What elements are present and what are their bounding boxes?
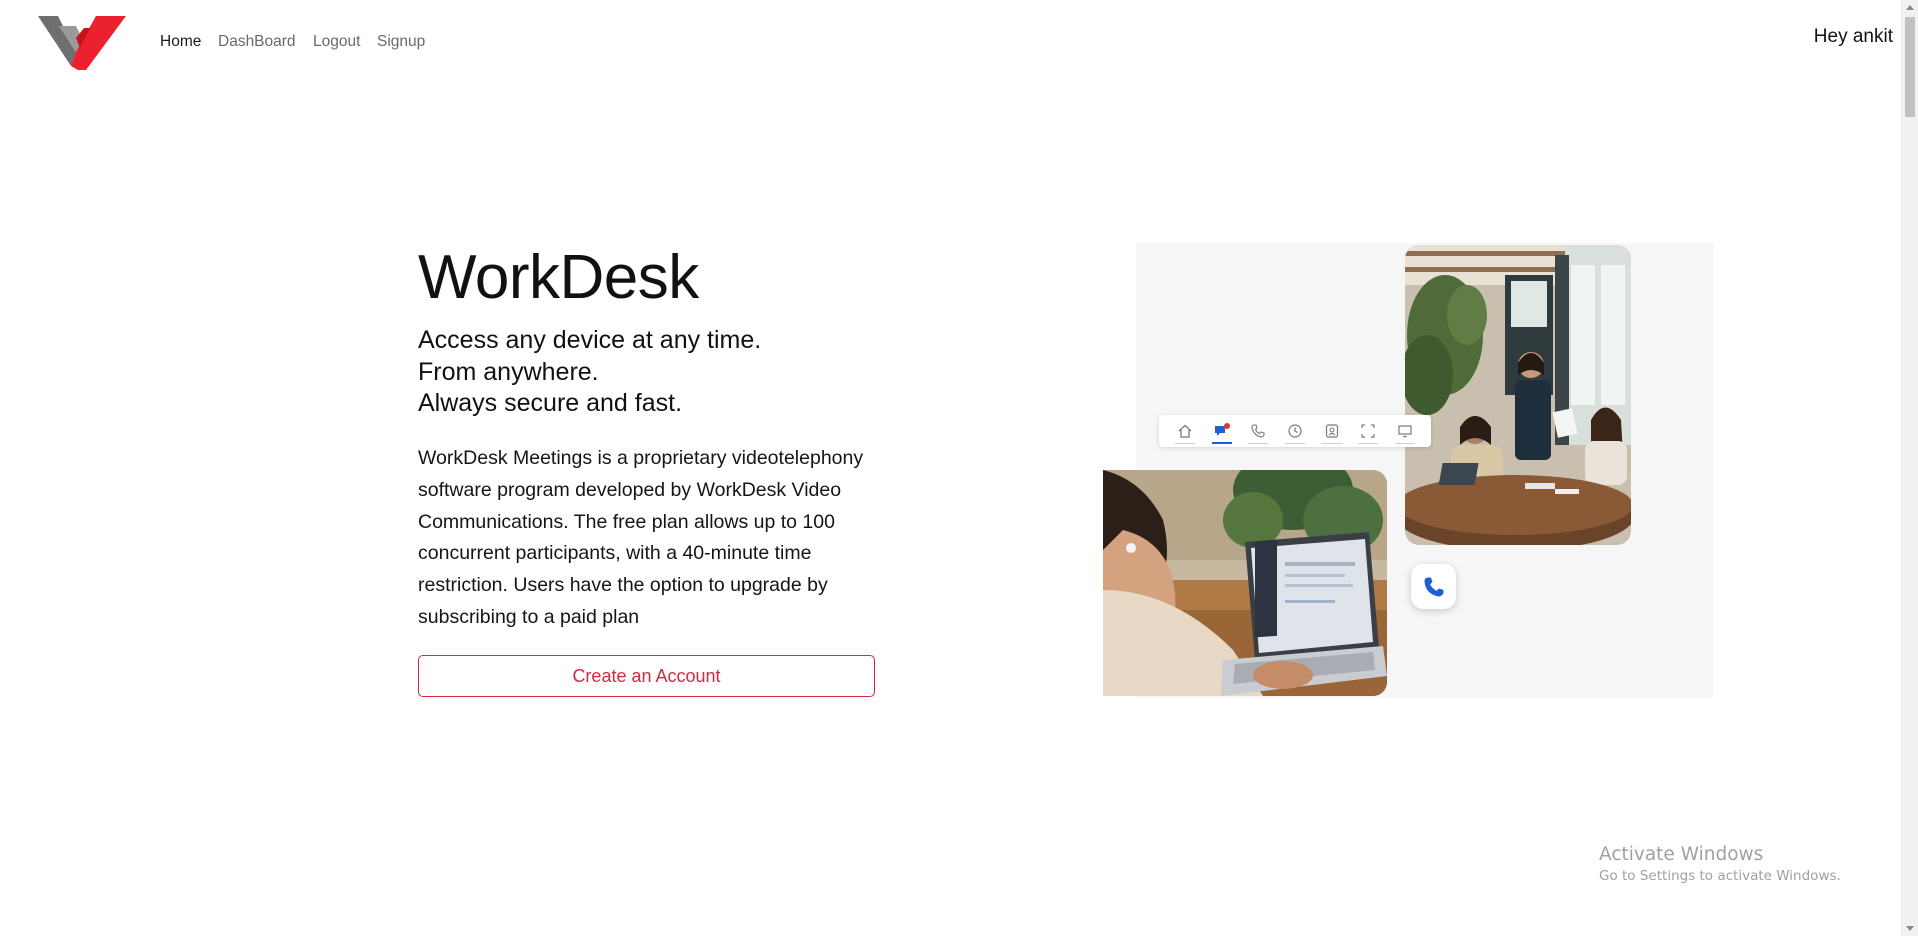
laptop-photo (1103, 470, 1387, 696)
call-bubble (1411, 564, 1456, 609)
tagline-line: Always secure and fast. (418, 389, 683, 417)
workdesk-logo[interactable] (38, 14, 126, 72)
hero-illustration (1103, 243, 1713, 698)
meeting-photo (1405, 245, 1631, 545)
app-toolbar (1159, 415, 1431, 447)
hero-title: WorkDesk (418, 243, 699, 312)
tagline-line: Access any device at any time. (418, 326, 762, 354)
monitor-icon (1392, 417, 1418, 445)
phone-icon (1245, 417, 1271, 445)
nav-logout-link[interactable]: Logout (313, 32, 360, 52)
nav-dashboard-link[interactable]: DashBoard (218, 32, 296, 52)
watermark-subtitle: Go to Settings to activate Windows. (1599, 868, 1841, 884)
watermark-title: Activate Windows (1599, 844, 1764, 865)
nav-home-link[interactable]: Home (160, 32, 201, 52)
activate-windows-watermark: Activate Windows Go to Settings to activ… (1599, 843, 1841, 886)
scroll-thumb[interactable] (1905, 17, 1915, 117)
create-account-button[interactable]: Create an Account (418, 655, 875, 697)
phone-call-icon (1424, 577, 1443, 596)
hero-tagline: Access any device at any time. From anyw… (418, 325, 761, 420)
scroll-down-icon[interactable] (1906, 926, 1914, 931)
contact-icon (1319, 417, 1345, 445)
home-icon (1172, 417, 1198, 445)
clock-icon (1282, 417, 1308, 445)
tagline-line: From anywhere. (418, 357, 599, 386)
hero-description: WorkDesk Meetings is a proprietary video… (418, 447, 864, 628)
chat-icon (1209, 417, 1235, 445)
screen-share-icon (1355, 417, 1381, 445)
scroll-up-icon[interactable] (1906, 5, 1914, 10)
page-scrollbar[interactable] (1901, 0, 1918, 936)
user-greeting: Hey ankit (1813, 26, 1893, 47)
nav-signup-link[interactable]: Signup (377, 32, 425, 52)
